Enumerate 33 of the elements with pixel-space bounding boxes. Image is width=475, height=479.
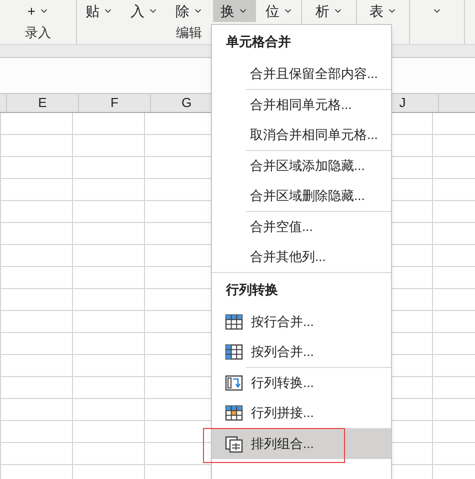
join-grid-icon: [225, 404, 243, 422]
transpose-icon: [225, 374, 243, 392]
menu-item[interactable]: 按列合并...: [212, 337, 391, 367]
menu-item[interactable]: 行列拼接...: [212, 398, 391, 428]
ribbon-button[interactable]: 贴: [78, 0, 120, 22]
menu-item[interactable]: 合并且保留全部内容...: [212, 59, 391, 89]
column-header: E: [38, 94, 47, 112]
ribbon-button[interactable]: 换: [212, 0, 256, 22]
menu-item[interactable]: 排列组合...: [212, 429, 391, 459]
menu-item[interactable]: 取消合并相同单元格...: [212, 120, 391, 150]
ribbon-button[interactable]: 析: [308, 0, 350, 22]
menu-section-title: 行列转换: [226, 281, 278, 300]
column-header: J: [399, 94, 406, 112]
group-label: 编辑: [176, 24, 202, 42]
menu-item[interactable]: 合并其他列...: [212, 242, 391, 272]
ribbon-button[interactable]: 除: [168, 0, 210, 22]
menu-item[interactable]: 合并相同单元格...: [212, 90, 391, 120]
stacked-pages-icon: [225, 436, 243, 452]
menu-item[interactable]: 合并区域删除隐藏...: [212, 181, 391, 211]
column-header: G: [181, 94, 192, 112]
menu-item[interactable]: 行列转换...: [212, 368, 391, 398]
column-grid-icon: [225, 344, 243, 360]
menu-item[interactable]: 合并区域添加隐藏...: [212, 151, 391, 181]
menu-section-title: 单元格合并: [226, 33, 291, 52]
menu-item[interactable]: 按行合并...: [212, 307, 391, 337]
ribbon-button[interactable]: +: [19, 0, 57, 22]
group-label: 录入: [25, 24, 51, 42]
menu-item[interactable]: 合并空值...: [212, 212, 391, 242]
column-header: F: [110, 94, 118, 112]
ribbon-button[interactable]: 入: [122, 0, 166, 22]
row-grid-icon: [225, 314, 243, 330]
ribbon-button[interactable]: 位: [258, 0, 300, 22]
ribbon-button[interactable]: 表: [362, 0, 404, 22]
